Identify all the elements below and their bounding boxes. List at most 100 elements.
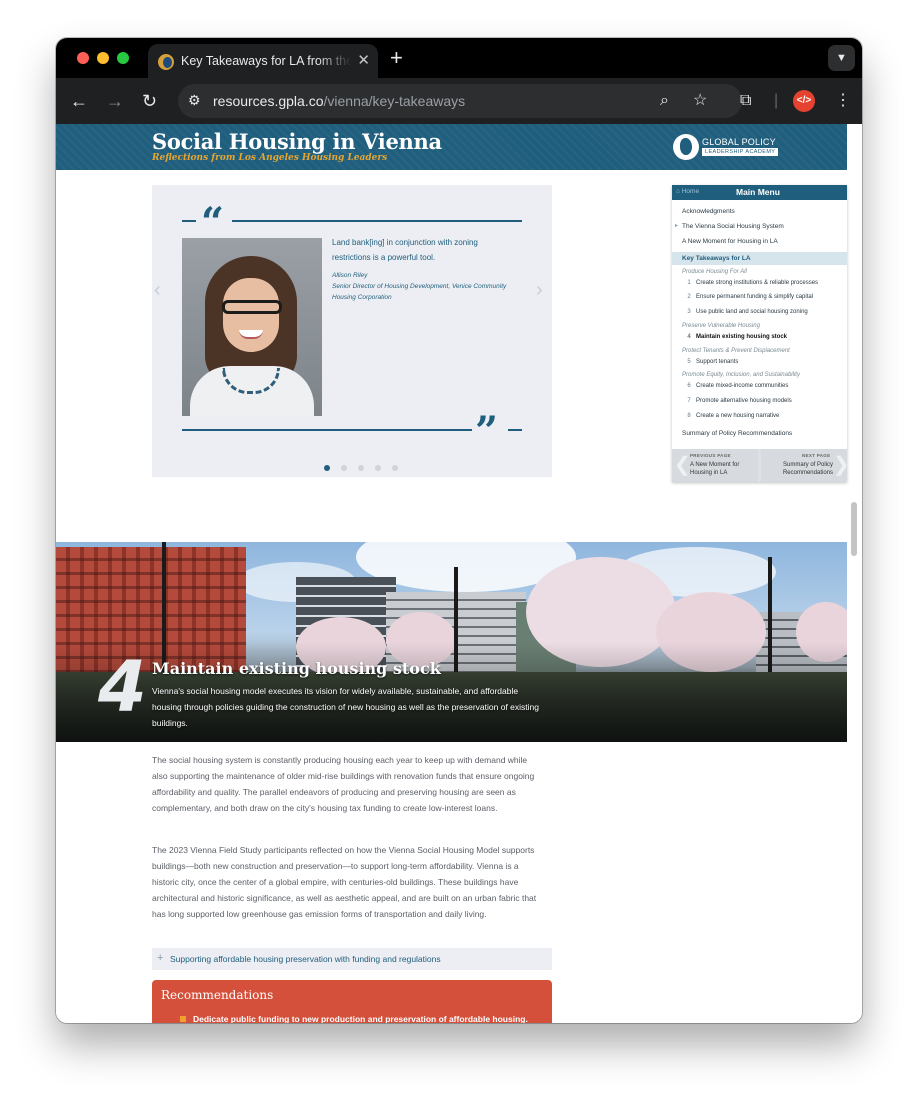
carousel-dot-1[interactable] <box>324 465 330 471</box>
subitem-label: Maintain existing housing stock <box>696 334 788 340</box>
close-window-button[interactable] <box>77 52 89 64</box>
address-bar[interactable]: ⚙ resources.gpla.co/vienna/key-takeaways… <box>178 84 742 118</box>
section-title: Maintain existing housing stock <box>152 659 441 678</box>
speaker-portrait <box>182 238 322 416</box>
tab-title: Key Takeaways for LA from the Vienna Soc… <box>181 54 351 68</box>
url-host: resources.gpla.co <box>213 93 324 109</box>
menu-category-promote: Promote Equity, Inclusion, and Sustainab… <box>682 372 800 378</box>
menu-subitem-7[interactable]: 7 Promote alternative housing models <box>682 398 792 404</box>
forward-arrow-icon[interactable]: → <box>106 90 124 112</box>
browser-menu-dots-icon[interactable]: ⋮ <box>835 90 851 112</box>
subitem-label: Use public land and social housing zonin… <box>696 309 808 315</box>
browser-window: Key Takeaways for LA from the Vienna Soc… <box>56 38 862 1023</box>
minimize-window-button[interactable] <box>97 52 109 64</box>
quote-rule-right <box>508 429 522 431</box>
tab-key-takeaways[interactable]: Key Takeaways for LA from the Vienna Soc… <box>148 44 378 80</box>
quote-rule-left <box>182 220 196 222</box>
expand-plus-icon: + <box>157 952 164 964</box>
menu-item-new-moment[interactable]: A New Moment for Housing in LA <box>682 238 778 245</box>
prev-page-label: PREVIOUS PAGE <box>690 453 731 458</box>
expand-caret-icon[interactable]: ▸ <box>675 222 678 229</box>
section-hero-image: 4 Maintain existing housing stock Vienna… <box>56 542 847 742</box>
url-text[interactable]: resources.gpla.co/vienna/key-takeaways <box>213 93 465 109</box>
carousel-dot-4[interactable] <box>375 465 381 471</box>
menu-page-nav: ❮ PREVIOUS PAGE A New Moment for Housing… <box>672 449 850 482</box>
prev-chevron-icon: ❮ <box>674 454 691 476</box>
browser-toolbar: ← → ↻ ⚙ resources.gpla.co/vienna/key-tak… <box>56 78 862 124</box>
recommendations-title: Recommendations <box>161 988 274 1002</box>
testimonial-author: Allison Riley Senior Director of Housing… <box>332 270 512 303</box>
menu-category-produce: Produce Housing For All <box>682 269 747 275</box>
bullet-square-icon <box>180 1016 186 1022</box>
menu-item-key-takeaways[interactable]: Key Takeaways for LA <box>672 252 847 265</box>
menu-subitem-2[interactable]: 2 Ensure permanent funding & simplify cap… <box>682 294 813 300</box>
back-arrow-icon[interactable]: ← <box>70 90 88 112</box>
next-page-link[interactable]: NEXT PAGE Summary of Policy Recommendati… <box>761 449 850 482</box>
close-quote-icon: ” <box>475 408 499 455</box>
carousel-next-chevron-icon[interactable]: › <box>536 279 543 302</box>
carousel-dot-3[interactable] <box>358 465 364 471</box>
bookmark-star-icon[interactable]: ☆ <box>693 90 707 112</box>
menu-item-acknowledgments[interactable]: Acknowledgments <box>682 208 735 215</box>
logo-line1: GLOBAL POLICY <box>702 137 776 147</box>
new-tab-plus-icon[interactable]: + <box>390 46 403 70</box>
body-paragraph-1: The social housing system is constantly … <box>152 755 535 813</box>
subitem-number: 1 <box>687 280 691 286</box>
subitem-number: 6 <box>687 383 691 389</box>
subitem-number: 3 <box>687 309 691 315</box>
subitem-label: Create mixed-income communities <box>696 383 789 389</box>
zoom-magnifier-icon[interactable]: ⌕ <box>660 90 669 112</box>
menu-subitem-1[interactable]: 1 Create strong institutions & reliable p… <box>682 280 818 286</box>
menu-subitem-8[interactable]: 8 Create a new housing narrative <box>682 413 779 419</box>
next-chevron-icon: ❯ <box>833 454 850 476</box>
previous-page-link[interactable]: ❮ PREVIOUS PAGE A New Moment for Housing… <box>672 449 758 482</box>
menu-subitem-3[interactable]: 3 Use public land and social housing zoni… <box>682 309 808 315</box>
menu-category-protect: Protect Tenants & Prevent Displacement <box>682 348 790 354</box>
tab-strip: Key Takeaways for LA from the Vienna Soc… <box>56 38 862 80</box>
site-favicon-icon <box>158 54 174 70</box>
page-viewport: Social Housing in Vienna Reflections fro… <box>56 124 862 1023</box>
home-link[interactable]: ⌂ Home <box>676 188 699 195</box>
open-quote-icon: “ <box>201 199 225 246</box>
toolbar-divider: | <box>774 92 779 109</box>
gpla-logo[interactable]: GLOBAL POLICY LEADERSHIP ACADEMY <box>673 134 779 162</box>
zoom-window-button[interactable] <box>117 52 129 64</box>
site-info-icon[interactable]: ⚙ <box>188 92 201 109</box>
recommendation-item: Dedicate public funding to new productio… <box>193 1014 528 1023</box>
testimonial-carousel: “ ‹ › Land bank[ing] in conjunction with… <box>152 185 552 477</box>
accordion-label: Supporting affordable housing preservati… <box>170 954 441 964</box>
extensions-puzzle-icon[interactable]: ⧉ <box>740 90 751 112</box>
recommendations-box: Recommendations Dedicate public funding … <box>152 980 552 1023</box>
author-name: Allison Riley <box>332 272 368 279</box>
main-menu: ⌂ Home Main Menu Acknowledgments ▸ The V… <box>672 185 850 482</box>
subitem-label: Create strong institutions & reliable pr… <box>696 280 819 286</box>
subitem-number: 2 <box>687 294 691 300</box>
menu-subitem-6[interactable]: 6 Create mixed-income communities <box>682 383 788 389</box>
carousel-dot-2[interactable] <box>341 465 347 471</box>
menu-subitem-5[interactable]: 5 Support tenants <box>682 359 738 365</box>
page-scrollbar[interactable] <box>851 502 857 556</box>
menu-category-preserve: Preserve Vulnerable Housing <box>682 323 760 329</box>
preservation-accordion[interactable]: + Supporting affordable housing preserva… <box>152 948 552 970</box>
testimonial-quote: Land bank[ing] in conjunction with zonin… <box>332 238 478 262</box>
subitem-label: Ensure permanent funding & simplify capi… <box>696 294 814 300</box>
next-page-label: NEXT PAGE <box>802 453 831 458</box>
tab-close-icon[interactable]: ✕ <box>357 51 370 71</box>
menu-header: ⌂ Home Main Menu <box>672 185 847 200</box>
reload-icon[interactable]: ↻ <box>142 90 157 112</box>
menu-subitem-4[interactable]: 4 Maintain existing housing stock <box>682 334 787 340</box>
quote-rule-top <box>232 220 522 222</box>
tab-search-chevron-icon[interactable]: ▼ <box>828 45 855 71</box>
subitem-number: 8 <box>687 413 691 419</box>
menu-item-vienna-system[interactable]: The Vienna Social Housing System <box>682 223 784 230</box>
carousel-prev-chevron-icon[interactable]: ‹ <box>154 279 161 302</box>
carousel-dot-5[interactable] <box>392 465 398 471</box>
logo-line2: LEADERSHIP ACADEMY <box>702 148 779 156</box>
menu-item-summary[interactable]: Summary of Policy Recommendations <box>682 430 792 437</box>
devtools-extension-icon[interactable]: </> <box>793 90 815 112</box>
subitem-number: 4 <box>687 334 691 340</box>
quote-rule-bottom <box>182 429 472 431</box>
next-page-text: Summary of Policy Recommendations <box>782 462 833 476</box>
subitem-label: Promote alternative housing models <box>696 398 792 404</box>
site-title[interactable]: Social Housing in Vienna <box>152 129 442 154</box>
